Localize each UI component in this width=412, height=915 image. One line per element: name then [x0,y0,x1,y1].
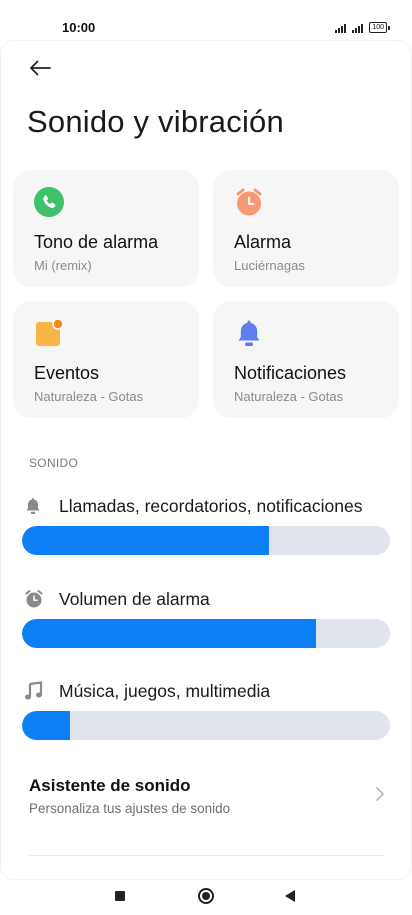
status-bar: 10:00 100 [0,0,412,52]
slider-fill [22,619,317,648]
tile-subtitle: Luciérnagas [234,258,305,273]
tile-events[interactable]: Eventos Naturaleza - Gotas [13,301,199,418]
chevron-right-icon [376,787,384,801]
screen: 10:00 100 Sonido y vibración Tono de ala [0,0,412,915]
section-label-sound: SONIDO [29,456,79,470]
triangle-back-icon [285,890,295,902]
divider [29,855,384,856]
alarm-clock-icon [24,587,50,611]
volume-slider-alarm[interactable] [22,619,390,648]
signal-icon [335,23,347,33]
home-button[interactable] [194,884,218,908]
tile-title: Tono de alarma [34,232,159,252]
square-icon [115,891,125,901]
status-time: 10:00 [62,20,96,35]
tile-ringtone[interactable]: Tono de alarma Mi (remix) [13,170,199,287]
volume-label: Llamadas, recordatorios, notificaciones [59,495,363,516]
recents-button[interactable] [108,884,132,908]
tile-subtitle: Naturaleza - Gotas [34,389,144,404]
battery-icon: 100 [369,22,390,33]
alarm-clock-icon [234,187,264,217]
slider-fill [22,526,269,555]
navigation-bar [0,872,412,915]
arrow-left-icon [30,60,51,76]
music-note-icon [24,679,50,703]
calendar-event-icon [34,318,64,348]
nav-back-button[interactable] [278,884,302,908]
volume-slider-media[interactable] [22,711,390,740]
circle-icon [198,888,214,904]
tile-subtitle: Mi (remix) [34,258,92,273]
tile-subtitle: Naturaleza - Gotas [234,389,344,404]
assistant-title: Asistente de sonido [29,776,191,795]
tile-alarm[interactable]: Alarma Luciérnagas [213,170,399,287]
page-title: Sonido y vibración [27,104,284,139]
volume-label: Volumen de alarma [59,588,210,609]
slider-fill [22,711,70,740]
status-icons: 100 [335,22,390,33]
back-button[interactable] [22,52,58,84]
battery-level: 100 [369,22,387,33]
volume-row-ring: Llamadas, recordatorios, notificaciones [22,494,390,555]
bell-icon [234,318,264,348]
volume-label: Música, juegos, multimedia [59,680,271,701]
sound-assistant-item[interactable]: Asistente de sonido Personaliza tus ajus… [13,764,399,828]
volume-row-alarm: Volumen de alarma [22,587,390,648]
signal-icon [352,23,364,33]
tile-title: Eventos [34,363,100,383]
assistant-subtitle: Personaliza tus ajustes de sonido [29,801,231,816]
tile-title: Alarma [234,232,292,252]
volume-slider-ring[interactable] [22,526,390,555]
sound-tiles: Tono de alarma Mi (remix) Alarma Luciérn… [13,170,399,418]
volume-row-media: Música, juegos, multimedia [22,679,390,740]
bell-icon [24,494,50,518]
tile-title: Notificaciones [234,363,347,383]
phone-icon [34,187,64,217]
tile-notifications[interactable]: Notificaciones Naturaleza - Gotas [213,301,399,418]
